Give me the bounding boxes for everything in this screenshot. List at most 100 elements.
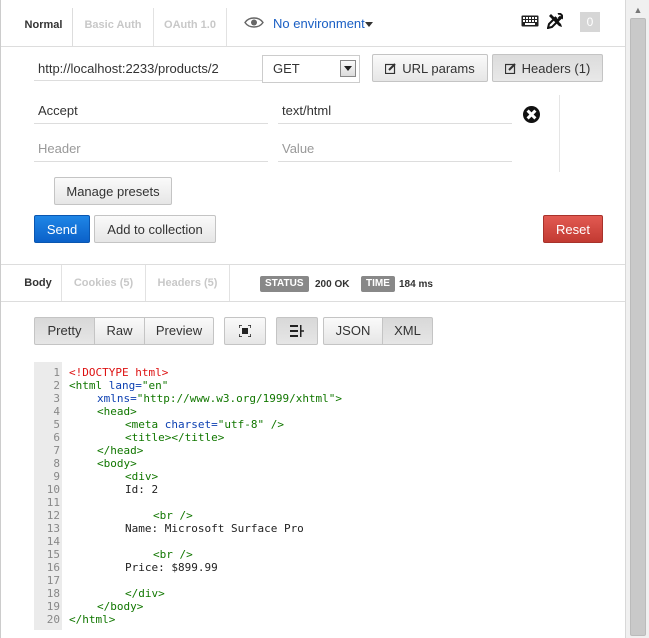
line-number: 2 (53, 379, 60, 392)
time-value: 184 ms (399, 279, 433, 290)
code-token: "utf-8" /> (217, 418, 284, 431)
add-to-collection-button[interactable]: Add to collection (94, 215, 216, 243)
code-token: <meta (125, 418, 159, 431)
code-token: <br /> (153, 548, 193, 561)
manage-presets-button[interactable]: Manage presets (54, 177, 172, 205)
url-input[interactable] (34, 56, 262, 81)
line-number: 16 (46, 561, 60, 574)
code-token: <title></title> (125, 431, 225, 444)
code-token: Id: 2 (125, 483, 159, 496)
line-number: 6 (53, 431, 60, 444)
window-scrollbar[interactable]: ▲ (625, 0, 649, 638)
line-number: 14 (46, 535, 60, 548)
code-token: </div> (125, 587, 165, 600)
code-line-content: </html> (69, 613, 115, 626)
code-line-content: <html lang="en" (69, 379, 168, 392)
code-line-content: <!DOCTYPE html> (69, 366, 168, 379)
code-line-content: Price: $899.99 (69, 561, 218, 574)
fullscreen-button[interactable] (224, 317, 266, 345)
tab-cookies[interactable]: Cookies (5) (62, 265, 146, 301)
format-json-button[interactable]: JSON (323, 317, 383, 345)
code-line-content: Name: Microsoft Surface Pro (69, 522, 304, 535)
response-tab-bar: Body Cookies (5) Headers (5) STATUS 200 … (1, 264, 625, 302)
environment-selector[interactable]: No environment (273, 16, 365, 31)
header-value-input[interactable] (278, 97, 512, 124)
code-line-content: <br /> (69, 548, 193, 561)
tab-normal[interactable]: Normal (15, 8, 73, 46)
code-token: <body> (97, 457, 137, 470)
url-params-button[interactable]: URL params (372, 54, 488, 82)
code-line-content: <br /> (69, 509, 193, 522)
line-number: 5 (53, 418, 60, 431)
line-number: 19 (46, 600, 60, 613)
url-params-label: URL params (402, 61, 475, 76)
code-line-content: <div> (69, 470, 158, 483)
headers-button[interactable]: Headers (1) (492, 54, 603, 82)
code-token: <html (69, 379, 103, 392)
dropdown-arrow-icon[interactable] (340, 60, 356, 77)
line-number: 8 (53, 457, 60, 470)
fullscreen-icon (238, 324, 252, 338)
eye-icon[interactable] (244, 16, 264, 29)
code-token: xmlns= (97, 392, 137, 405)
line-number: 17 (46, 574, 60, 587)
tab-response-headers[interactable]: Headers (5) (146, 265, 230, 301)
scroll-thumb[interactable] (630, 18, 646, 636)
time-label: TIME (361, 276, 395, 292)
status-value: 200 OK (315, 279, 350, 290)
line-number: 15 (46, 548, 60, 561)
code-token: <!DOCTYPE html> (69, 366, 169, 379)
status-label: STATUS (260, 276, 309, 292)
wrap-lines-icon (290, 325, 304, 337)
code-line-content: <title></title> (69, 431, 224, 444)
code-line-content: Id: 2 (69, 483, 158, 496)
tab-basic-auth[interactable]: Basic Auth (73, 8, 154, 46)
code-token: "en" (141, 379, 169, 392)
code-line-content: <body> (69, 457, 137, 470)
code-token: lang= (102, 379, 142, 392)
tab-oauth[interactable]: OAuth 1.0 (154, 8, 227, 46)
code-token: </html> (69, 613, 116, 626)
code-token: <div> (125, 470, 159, 483)
code-token: </body> (97, 600, 144, 613)
chevron-down-icon[interactable] (365, 22, 373, 27)
auth-tab-bar: Normal Basic Auth OAuth 1.0 No environme… (1, 0, 625, 47)
app-window: Normal Basic Auth OAuth 1.0 No environme… (0, 0, 625, 638)
code-token: <head> (97, 405, 137, 418)
line-number: 20 (46, 613, 60, 626)
new-header-value-input[interactable] (278, 135, 512, 162)
code-token: Price: $899.99 (125, 561, 218, 574)
code-line-content: <meta charset="utf-8" /> (69, 418, 284, 431)
reset-button[interactable]: Reset (543, 215, 603, 243)
send-button[interactable]: Send (34, 215, 90, 243)
header-key-input[interactable] (34, 97, 268, 124)
code-line-content: <head> (69, 405, 137, 418)
view-pretty-button[interactable]: Pretty (34, 317, 95, 345)
line-number: 13 (46, 522, 60, 535)
code-token: "http://www.w3.org/1999/xhtml"> (136, 392, 343, 405)
divider (559, 95, 560, 172)
line-number: 1 (53, 366, 60, 379)
line-number: 7 (53, 444, 60, 457)
view-preview-button[interactable]: Preview (144, 317, 214, 345)
view-raw-button[interactable]: Raw (94, 317, 145, 345)
wrap-lines-button[interactable] (276, 317, 318, 345)
tab-body[interactable]: Body (15, 265, 62, 301)
code-token: </head> (97, 444, 144, 457)
edit-icon (504, 63, 516, 74)
format-xml-button[interactable]: XML (382, 317, 433, 345)
scroll-up-icon[interactable]: ▲ (630, 4, 646, 16)
remove-header-icon[interactable] (523, 106, 540, 123)
line-number: 12 (46, 509, 60, 522)
code-line-content: </div> (69, 587, 165, 600)
edit-icon (385, 63, 396, 74)
new-header-key-input[interactable] (34, 135, 268, 162)
line-number: 9 (53, 470, 60, 483)
keyboard-icon[interactable] (521, 15, 539, 27)
response-body-code[interactable]: 1 <!DOCTYPE html> 2 <html lang="en" 3 xmlns="… (34, 362, 625, 630)
line-number: 18 (46, 587, 60, 600)
settings-tools-icon[interactable] (547, 13, 563, 29)
line-number: 3 (53, 392, 60, 405)
method-select[interactable]: GET (262, 55, 360, 83)
notification-count-badge[interactable]: 0 (580, 12, 600, 32)
